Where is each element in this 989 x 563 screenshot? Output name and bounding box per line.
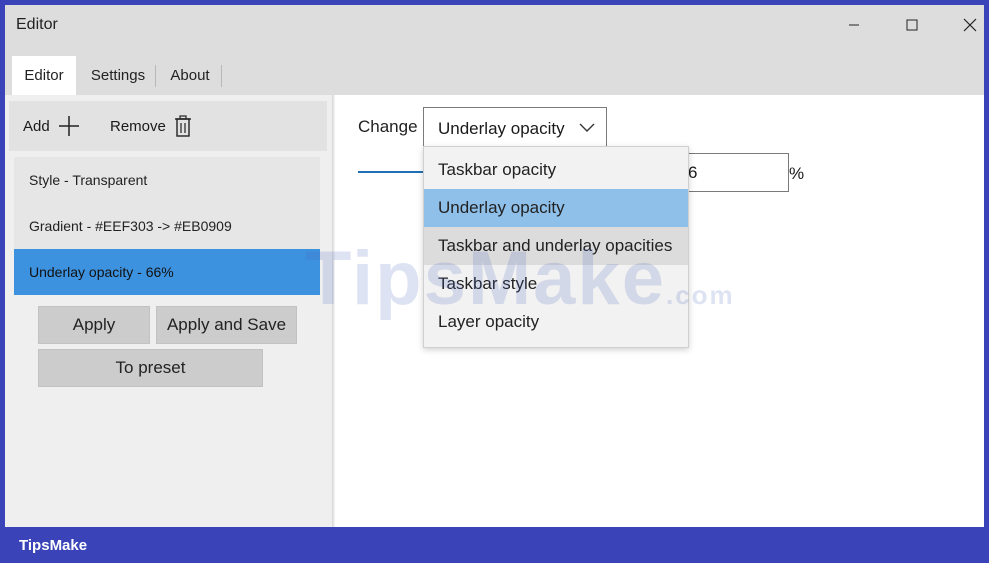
pane-divider <box>332 95 335 527</box>
tab-bar: Editor Settings About <box>5 45 984 95</box>
add-label: Add <box>23 117 50 135</box>
apply-button[interactable]: Apply <box>38 306 150 344</box>
list-item[interactable]: Style - Transparent <box>14 157 320 203</box>
tab-settings[interactable]: Settings <box>84 56 152 95</box>
minimize-button[interactable] <box>828 5 880 45</box>
left-pane: Add Remove Style - Transparent Gradient … <box>5 95 332 527</box>
remove-label: Remove <box>110 117 166 135</box>
dropdown-option[interactable]: Underlay opacity <box>424 189 688 227</box>
select-value: Underlay opacity <box>438 119 565 138</box>
tab-editor[interactable]: Editor <box>12 56 76 95</box>
percent-unit: % <box>789 164 805 183</box>
preset-list: Style - Transparent Gradient - #EEF303 -… <box>14 157 320 295</box>
minimize-icon <box>849 24 859 26</box>
change-dropdown-list: Taskbar opacity Underlay opacity Taskbar… <box>423 146 689 348</box>
title-bar[interactable]: Editor <box>5 5 984 45</box>
tab-about[interactable]: About <box>162 56 218 95</box>
dropdown-option[interactable]: Taskbar style <box>424 265 688 303</box>
maximize-button[interactable] <box>886 5 938 45</box>
apply-and-save-button[interactable]: Apply and Save <box>156 306 297 344</box>
tab-separator <box>155 65 156 87</box>
opacity-input[interactable]: 6 <box>682 153 789 192</box>
dropdown-option[interactable]: Taskbar opacity <box>424 151 688 189</box>
remove-button[interactable]: Remove <box>110 101 192 151</box>
list-item[interactable]: Gradient - #EEF303 -> #EB0909 <box>14 203 320 249</box>
dropdown-option[interactable]: Taskbar and underlay opacities <box>424 227 688 265</box>
opacity-value: 6 <box>688 163 698 182</box>
add-button[interactable]: Add <box>23 101 80 151</box>
close-icon <box>963 18 977 32</box>
change-label: Change <box>358 117 418 136</box>
chevron-down-icon <box>579 123 595 132</box>
list-item[interactable]: Underlay opacity - 66% <box>14 249 320 295</box>
plus-icon <box>58 116 79 136</box>
to-preset-button[interactable]: To preset <box>38 349 263 387</box>
trash-icon <box>174 115 191 137</box>
window-title: Editor <box>16 16 58 33</box>
tab-separator <box>221 65 222 87</box>
close-button[interactable] <box>944 5 984 45</box>
footer-brand: TipsMake <box>19 537 88 554</box>
dropdown-option[interactable]: Layer opacity <box>424 303 688 341</box>
maximize-icon <box>906 19 918 31</box>
change-select[interactable]: Underlay opacity <box>423 107 607 149</box>
list-toolbar: Add Remove <box>9 101 327 151</box>
app-window: Editor Editor Settings About Add Remove <box>5 5 984 527</box>
